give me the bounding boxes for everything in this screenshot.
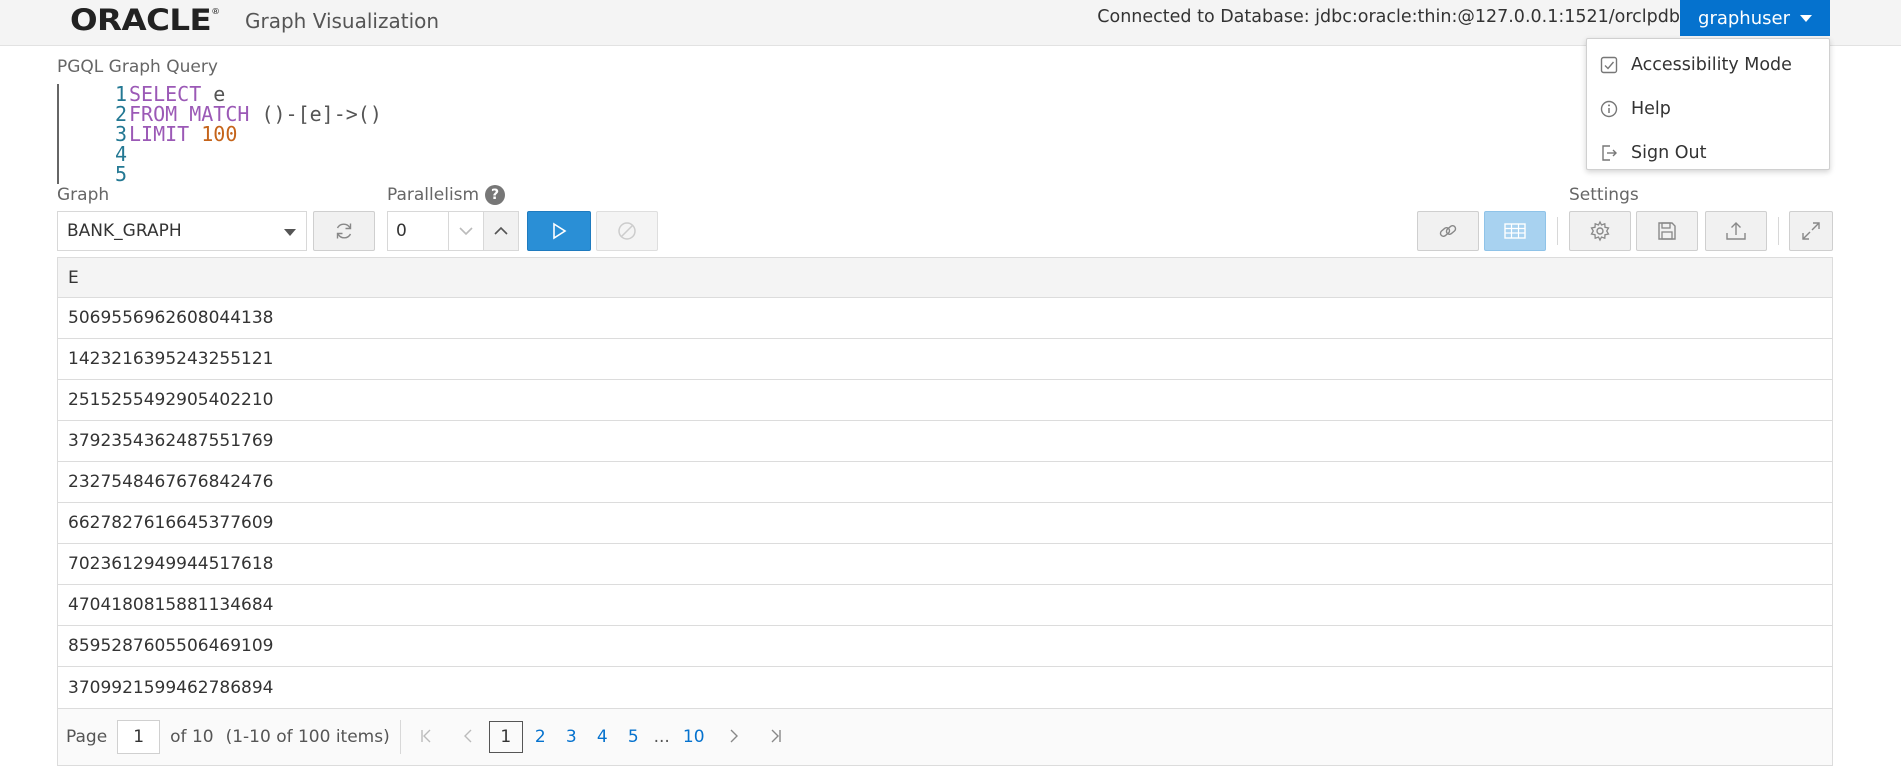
column-header-e[interactable]: E [58, 258, 1832, 298]
next-page-button[interactable] [719, 727, 749, 748]
line-number: 5 [114, 162, 127, 186]
page-ellipsis: ... [653, 727, 670, 747]
page-link[interactable]: 5 [618, 727, 649, 747]
table-view-button[interactable] [1484, 211, 1546, 251]
menu-item-accessibility-mode[interactable]: Accessibility Mode [1587, 43, 1829, 87]
code-line: 4 [59, 144, 129, 164]
decrement-button[interactable] [448, 211, 484, 251]
table-row[interactable]: 2515255492905402210 [58, 380, 1832, 421]
pgql-query-editor[interactable]: 1 SELECT e 2 FROM MATCH ()-[e]->() 3 LIMIT … [57, 84, 757, 184]
code-line: 2 FROM MATCH ()-[e]->() [59, 104, 382, 124]
menu-item-label: Accessibility Mode [1631, 55, 1792, 75]
graph-label: Graph [57, 185, 110, 205]
keyword: LIMIT [129, 122, 190, 146]
fullscreen-button[interactable] [1789, 211, 1833, 251]
graph-select[interactable]: BANK_GRAPH [57, 211, 307, 251]
save-button[interactable] [1636, 211, 1698, 251]
parallelism-input[interactable]: 0 [387, 211, 449, 251]
save-icon [1658, 222, 1676, 240]
oracle-logo: ORACLE® [70, 3, 220, 37]
gear-icon [1590, 220, 1610, 242]
pagination-bar: Page 1 of 10 (1-10 of 100 items) 1 2 3 4… [57, 709, 1833, 766]
code-line: 3 LIMIT 100 [59, 124, 237, 144]
previous-page-button[interactable] [453, 727, 483, 748]
page-link-last[interactable]: 10 [675, 727, 713, 747]
line-number: 4 [114, 142, 127, 166]
chevron-right-icon [730, 729, 738, 742]
run-query-button[interactable] [527, 211, 591, 251]
parallelism-label: Parallelism? [387, 185, 506, 205]
table-icon [1504, 223, 1526, 239]
logo-mark: ® [211, 7, 220, 16]
page-link-current[interactable]: 1 [488, 721, 523, 753]
help-icon[interactable]: ? [485, 185, 506, 205]
cancel-query-button[interactable] [596, 211, 658, 251]
page-number-input[interactable]: 1 [117, 720, 161, 754]
toolbar-divider [1557, 217, 1558, 245]
code-line: 5 [59, 164, 129, 184]
logo-text: ORACLE [70, 3, 212, 37]
graph-view-button[interactable] [1417, 211, 1479, 251]
table-row[interactable]: 3709921599462786894 [58, 667, 1832, 708]
page-link[interactable]: 4 [587, 727, 618, 747]
user-name: graphuser [1698, 7, 1790, 29]
menu-item-label: Sign Out [1631, 143, 1707, 163]
info-icon [1599, 99, 1619, 119]
last-page-icon [771, 729, 781, 742]
expand-icon [1802, 222, 1820, 240]
increment-button[interactable] [483, 211, 519, 251]
export-button[interactable] [1705, 211, 1767, 251]
table-row[interactable]: 4704180815881134684 [58, 585, 1832, 626]
refresh-icon [336, 223, 352, 239]
link-icon [1439, 225, 1457, 237]
query-label: PGQL Graph Query [57, 57, 218, 77]
page-link[interactable]: 3 [556, 727, 587, 747]
chevron-left-icon [463, 729, 472, 742]
table-row[interactable]: 3792354362487551769 [58, 421, 1832, 462]
last-page-button[interactable] [761, 727, 791, 748]
refresh-graphs-button[interactable] [313, 211, 375, 251]
menu-item-help[interactable]: Help [1587, 87, 1829, 131]
line-number: 3 [114, 122, 127, 146]
cancel-icon [618, 222, 636, 240]
items-range: (1-10 of 100 items) [225, 727, 390, 747]
upload-icon [1726, 222, 1746, 240]
menu-item-label: Help [1631, 99, 1671, 119]
table-row[interactable]: 2327548467676842476 [58, 462, 1832, 503]
caret-down-icon [1799, 14, 1812, 22]
connection-status: Connected to Database: jdbc:oracle:thin:… [1097, 7, 1680, 27]
toolbar-divider [1778, 217, 1779, 245]
pagination-divider [399, 720, 401, 754]
table-row[interactable]: 8595287605506469109 [58, 626, 1832, 667]
checkbox-icon [1599, 55, 1619, 75]
user-menu-button[interactable]: graphuser [1680, 0, 1830, 36]
page-link[interactable]: 2 [525, 727, 556, 747]
first-page-button[interactable] [411, 727, 441, 748]
table-row[interactable]: 7023612949944517618 [58, 544, 1832, 585]
table-row[interactable]: 6627827616645377609 [58, 503, 1832, 544]
table-row[interactable]: 1423216395243255121 [58, 339, 1832, 380]
play-icon [553, 222, 567, 240]
settings-button[interactable] [1569, 211, 1631, 251]
app-title: Graph Visualization [245, 9, 440, 33]
code-text: 100 [189, 122, 238, 146]
results-table: E 5069556962608044138 142321639524325512… [57, 257, 1833, 709]
code-line: 1 SELECT e [59, 84, 225, 104]
user-dropdown-menu: Accessibility Mode Help Sign Out [1586, 38, 1830, 170]
page-count: of 10 [170, 727, 214, 747]
chevron-down-icon [459, 227, 473, 236]
graph-select-value: BANK_GRAPH [67, 221, 182, 241]
line-number: 1 [114, 82, 127, 106]
parallelism-label-text: Parallelism [387, 185, 480, 205]
chevron-up-icon [494, 226, 508, 235]
caret-down-icon [284, 229, 296, 236]
sign-out-icon [1599, 143, 1619, 163]
page-label: Page [66, 727, 108, 747]
table-row[interactable]: 5069556962608044138 [58, 298, 1832, 339]
menu-item-sign-out[interactable]: Sign Out [1587, 131, 1829, 175]
first-page-icon [421, 729, 431, 742]
code-text: ()-[e]->() [249, 102, 382, 126]
settings-label: Settings [1569, 185, 1639, 205]
line-number: 2 [114, 102, 127, 126]
